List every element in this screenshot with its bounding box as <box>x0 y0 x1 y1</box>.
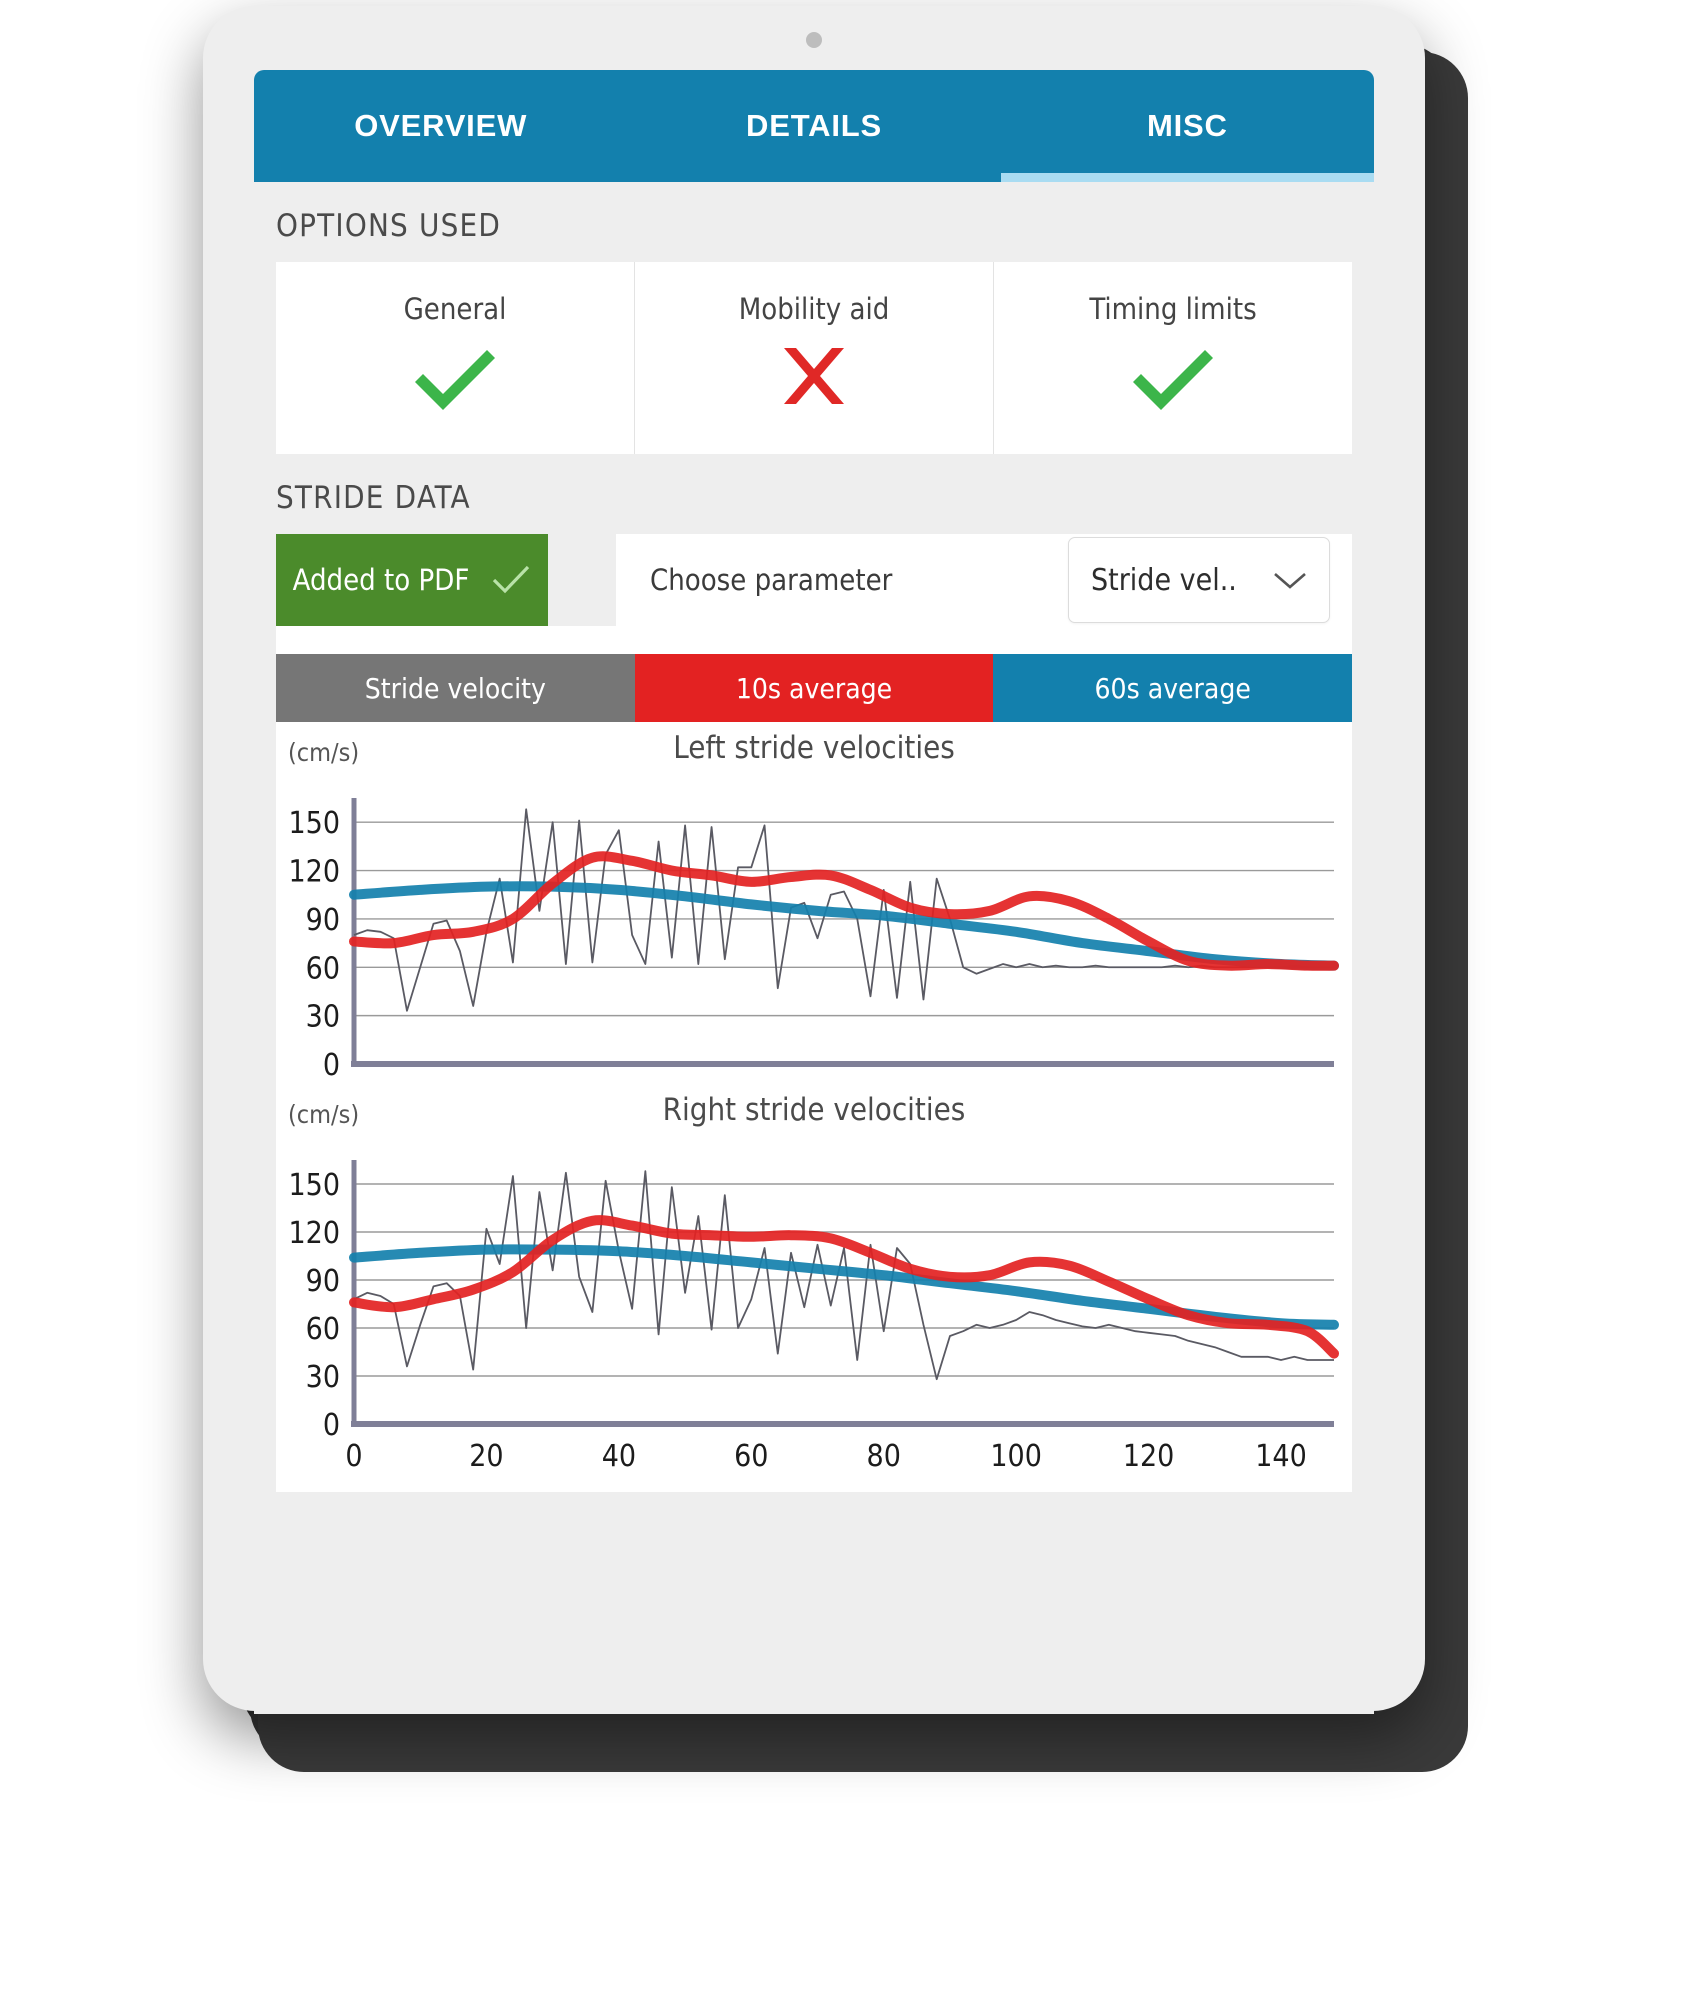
screenshot-stage: OVERVIEW DETAILS MISC OPTIONS USED Gener… <box>0 0 1697 2000</box>
charts-panel: (cm/s) Left stride velocities 0 30 60 90 120… <box>276 722 1352 1492</box>
tab-details-label: DETAILS <box>746 108 882 143</box>
svg-text:0: 0 <box>345 1439 362 1474</box>
option-card-mobility-aid: Mobility aid <box>634 262 993 454</box>
option-label-general: General <box>403 292 507 326</box>
stride-data-heading: STRIDE DATA <box>276 480 471 516</box>
added-to-pdf-label: Added to PDF <box>292 563 470 597</box>
segment-10s-average-label: 10s average <box>735 671 893 705</box>
chart-right-canvas: 0 30 60 90 120 150 0 20 40 60 80 100 120 140 <box>288 1160 1339 1474</box>
series-legend-segmented-control: Stride velocity 10s average 60s average <box>276 654 1353 722</box>
chevron-down-icon <box>1271 568 1309 592</box>
camera-dot <box>806 32 822 48</box>
segment-60s-average-label: 60s average <box>1094 671 1251 705</box>
svg-text:40: 40 <box>602 1439 636 1474</box>
svg-text:90: 90 <box>306 1264 340 1299</box>
segment-10s-average[interactable]: 10s average <box>634 654 994 722</box>
chart-right-header: (cm/s) Right stride velocities <box>276 1084 1352 1146</box>
stride-controls-row: Added to PDF Choose parameter Stride vel… <box>276 534 1352 626</box>
svg-text:120: 120 <box>1123 1439 1175 1474</box>
svg-text:90: 90 <box>306 903 340 938</box>
segment-stride-velocity[interactable]: Stride velocity <box>276 654 635 722</box>
tab-bar: OVERVIEW DETAILS MISC <box>254 70 1374 182</box>
chart-right-title: Right stride velocities <box>662 1092 966 1128</box>
svg-text:150: 150 <box>288 1168 340 1203</box>
chart-left-stride-velocities: (cm/s) Left stride velocities 0 30 60 90 120… <box>276 722 1352 1084</box>
svg-text:60: 60 <box>734 1439 768 1474</box>
chart-right-stride-velocities: (cm/s) Right stride velocities 0 30 60 90 12… <box>276 1084 1352 1486</box>
svg-text:120: 120 <box>288 1216 340 1251</box>
svg-text:30: 30 <box>306 1000 340 1035</box>
option-label-mobility-aid: Mobility aid <box>738 292 890 326</box>
svg-text:120: 120 <box>288 855 340 890</box>
chart-left-title: Left stride velocities <box>673 730 955 766</box>
svg-text:20: 20 <box>469 1439 503 1474</box>
parameter-select-value: Stride vel.. <box>1091 562 1237 598</box>
svg-text:80: 80 <box>867 1439 901 1474</box>
tab-misc-label: MISC <box>1146 108 1228 143</box>
green-check-icon <box>1125 342 1221 418</box>
control-gap <box>548 534 616 626</box>
options-used-heading: OPTIONS USED <box>276 208 502 244</box>
choose-parameter-label: Choose parameter <box>650 563 893 597</box>
chart-left-header: (cm/s) Left stride velocities <box>276 722 1352 784</box>
option-label-timing-limits: Timing limits <box>1089 292 1257 326</box>
svg-text:140: 140 <box>1255 1439 1307 1474</box>
segment-60s-average[interactable]: 60s average <box>993 654 1353 722</box>
tablet-device: OVERVIEW DETAILS MISC OPTIONS USED Gener… <box>203 6 1425 1714</box>
svg-text:100: 100 <box>990 1439 1042 1474</box>
tab-overview[interactable]: OVERVIEW <box>254 70 627 182</box>
option-card-general: General <box>276 262 634 454</box>
tab-details[interactable]: DETAILS <box>627 70 1000 182</box>
svg-text:150: 150 <box>288 806 340 841</box>
svg-text:30: 30 <box>306 1360 340 1395</box>
svg-text:60: 60 <box>306 951 340 986</box>
segment-spacer <box>276 626 1352 654</box>
parameter-select[interactable]: Stride vel.. <box>1068 537 1330 623</box>
check-icon <box>491 564 531 596</box>
svg-text:0: 0 <box>323 1048 340 1083</box>
green-check-icon <box>407 342 503 418</box>
added-to-pdf-button[interactable]: Added to PDF <box>276 534 548 626</box>
options-card-group: General Mobility aid Timing limits <box>276 262 1352 454</box>
red-cross-icon <box>766 342 862 418</box>
segment-stride-velocity-label: Stride velocity <box>364 671 546 705</box>
svg-text:0: 0 <box>323 1408 340 1443</box>
chart-left-canvas: 0 30 60 90 120 150 <box>288 798 1339 1083</box>
app-screen: OVERVIEW DETAILS MISC OPTIONS USED Gener… <box>254 70 1374 1714</box>
tab-overview-label: OVERVIEW <box>354 108 528 143</box>
option-card-timing-limits: Timing limits <box>993 262 1352 454</box>
svg-text:60: 60 <box>306 1312 340 1347</box>
tab-misc[interactable]: MISC <box>1000 70 1374 182</box>
